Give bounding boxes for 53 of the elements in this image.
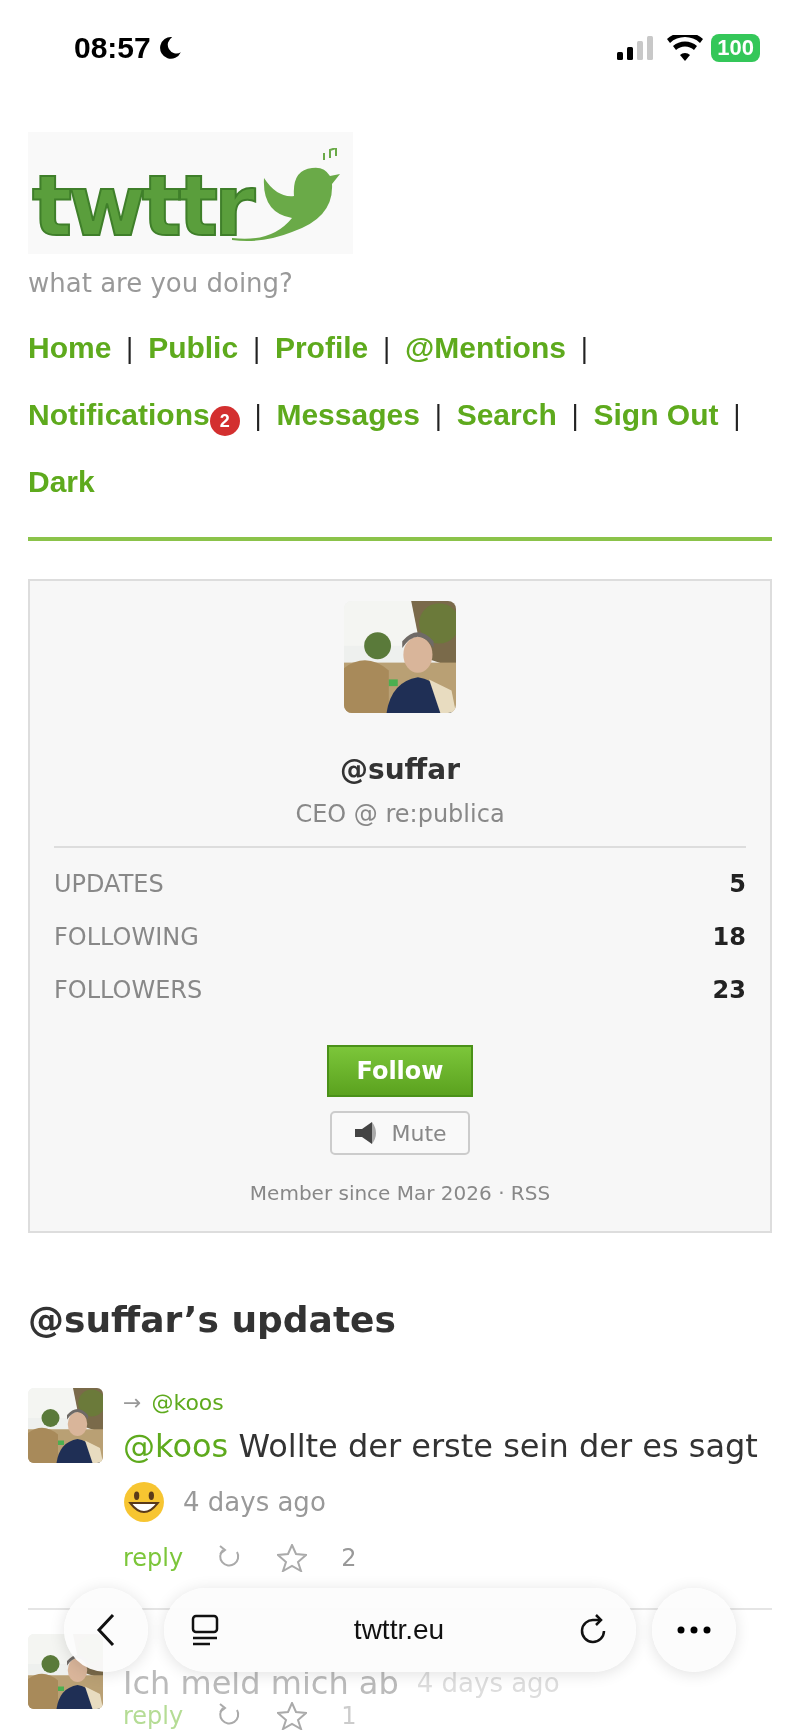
- tabs-icon[interactable]: [190, 1614, 220, 1646]
- stat-value: 23: [712, 975, 746, 1006]
- nav-link[interactable]: @Mentions: [405, 326, 566, 370]
- battery-level: 100: [711, 34, 760, 62]
- tweet-time: 4 days ago: [183, 1487, 326, 1517]
- url-text: twttr.eu: [352, 1614, 446, 1646]
- profile-bio: CEO @ re:publica: [54, 800, 746, 848]
- nav-link[interactable]: Public: [148, 326, 239, 370]
- separator-dot: ·: [498, 1181, 505, 1205]
- nav-link[interactable]: Dark: [28, 460, 95, 504]
- mute-button[interactable]: Mute: [330, 1111, 470, 1155]
- stat-label: FOLLOWERS: [54, 975, 203, 1006]
- back-icon: [96, 1613, 116, 1647]
- nav-link[interactable]: Messages: [276, 393, 420, 437]
- nav-separator: |: [732, 400, 742, 430]
- reply-link[interactable]: reply: [123, 1544, 184, 1572]
- nav-link[interactable]: Profile: [274, 326, 369, 370]
- member-since: Member since Mar 2026: [249, 1181, 492, 1205]
- notification-badge: 2: [209, 406, 240, 436]
- profile-handle: @suffar: [339, 753, 461, 786]
- star-count: 2: [341, 1544, 357, 1572]
- nav-separator: |: [253, 400, 263, 430]
- star-icon[interactable]: [277, 1702, 308, 1730]
- rss-link[interactable]: RSS: [510, 1181, 551, 1205]
- section-heading: @suffar’s updates: [28, 1299, 397, 1340]
- twttr-logo[interactable]: twttr: [28, 132, 353, 254]
- reply-to-link[interactable]: @koos: [151, 1388, 224, 1418]
- time: 08:57: [74, 31, 151, 65]
- reply-link[interactable]: reply: [123, 1702, 184, 1730]
- stat-label: UPDATES: [54, 869, 164, 900]
- nav-separator: |: [252, 333, 261, 363]
- tweet-text: @koos Wollte der erste sein der es sagt: [123, 1426, 758, 1467]
- nav-separator: |: [382, 333, 392, 363]
- mention-link[interactable]: @koos: [123, 1427, 229, 1465]
- signal-icon: [617, 36, 656, 60]
- nav-link[interactable]: Notifications 2: [28, 393, 240, 437]
- stat-value: 5: [729, 869, 746, 900]
- nav-link[interactable]: Sign Out: [593, 393, 719, 437]
- stat-value: 18: [712, 922, 746, 953]
- address-bar[interactable]: twttr.eu: [164, 1588, 636, 1672]
- wifi-icon: [667, 35, 704, 61]
- nav-link[interactable]: Home: [28, 326, 112, 370]
- arrow-icon: →: [123, 1388, 142, 1418]
- nav-separator: |: [570, 400, 580, 430]
- tagline: what are you doing?: [28, 268, 294, 298]
- nav-separator: |: [433, 400, 443, 430]
- follow-button[interactable]: Follow: [327, 1045, 473, 1097]
- stat-label: FOLLOWING: [54, 922, 199, 953]
- nav-link[interactable]: Search: [456, 393, 557, 437]
- nav-separator: |: [579, 333, 589, 363]
- star-icon[interactable]: [277, 1544, 308, 1572]
- more-icon: [677, 1626, 711, 1634]
- nav-separator: |: [125, 333, 135, 363]
